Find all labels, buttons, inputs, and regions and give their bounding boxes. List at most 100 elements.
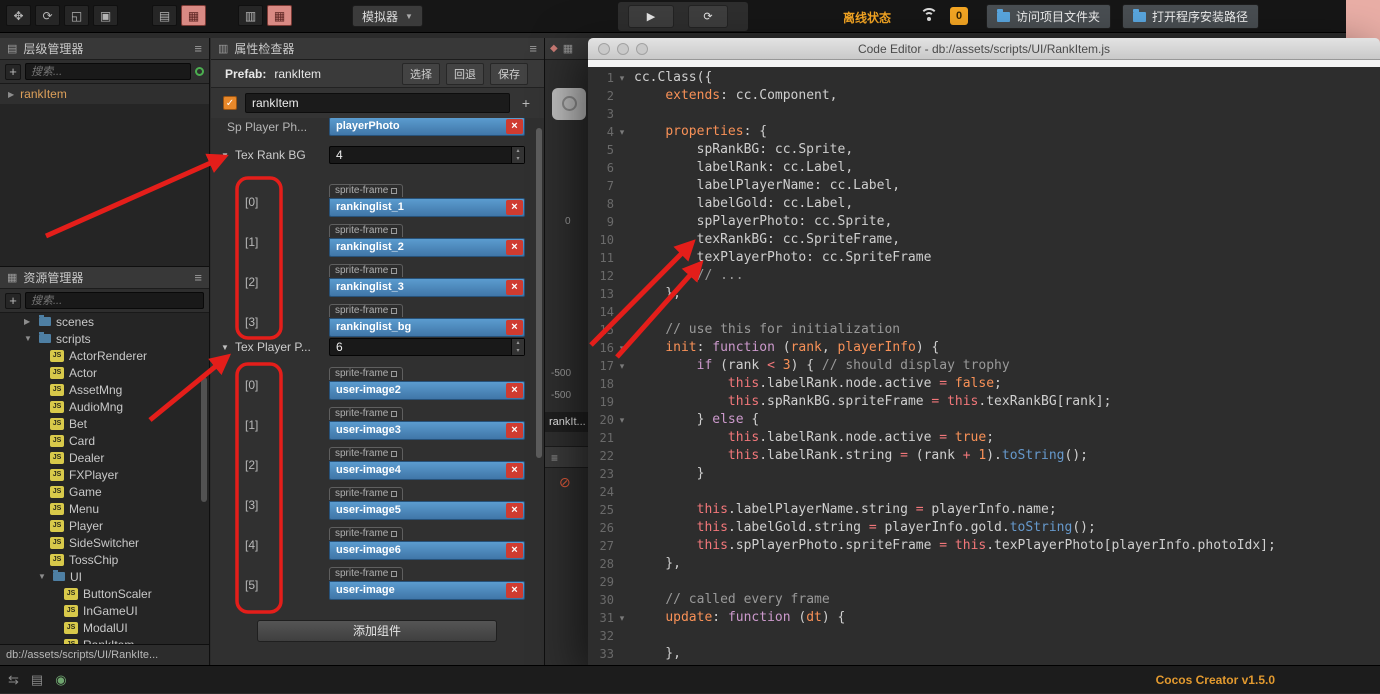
code-line-32[interactable] xyxy=(634,627,1380,645)
code-line-4[interactable]: properties: { xyxy=(634,123,1380,141)
fold-arrow-icon[interactable]: ▾ xyxy=(614,339,630,357)
inspector-scrollbar[interactable] xyxy=(536,128,542,458)
remove-button[interactable]: × xyxy=(506,463,523,478)
spriteframe-value-field[interactable]: rankinglist_1 × xyxy=(329,198,525,217)
spriteframe-value-field[interactable]: user-image × xyxy=(329,581,525,600)
step-down-icon[interactable]: ▾ xyxy=(516,347,519,355)
prefab-revert-button[interactable]: 回退 xyxy=(446,62,484,85)
node-name-input[interactable] xyxy=(245,93,510,113)
asset-item-ActorRenderer[interactable]: JS ActorRenderer xyxy=(0,347,209,364)
asset-item-AudioMng[interactable]: JS AudioMng xyxy=(0,398,209,415)
asset-item-ButtonScaler[interactable]: JS ButtonScaler xyxy=(0,585,209,602)
sync-icon[interactable]: ⇆ xyxy=(8,672,19,688)
asset-item-Actor[interactable]: JS Actor xyxy=(0,364,209,381)
prefab-select-button[interactable]: 选择 xyxy=(402,62,440,85)
code-line-19[interactable]: this.spRankBG.spriteFrame = this.texRank… xyxy=(634,393,1380,411)
spriteframe-value-field[interactable]: playerPhoto × xyxy=(329,117,525,136)
expand-arrow-icon[interactable]: ▼ xyxy=(24,334,34,343)
remove-button[interactable]: × xyxy=(506,423,523,438)
layout-toggle-b[interactable]: ▦ xyxy=(181,5,206,26)
asset-item-scripts[interactable]: ▼ scripts xyxy=(0,330,209,347)
code-line-8[interactable]: labelGold: cc.Label, xyxy=(634,195,1380,213)
scale-tool[interactable]: ◱ xyxy=(64,5,89,26)
clear-console-icon[interactable]: ⊘ xyxy=(559,474,571,491)
code-line-14[interactable] xyxy=(634,303,1380,321)
remove-button[interactable]: × xyxy=(506,383,523,398)
code-area[interactable]: 1 ▾ 2 3 4 ▾ 5 6 7 8 9 10 11 12 13 14 15 16 ▾ 17 ▾ 18 19 20 ▾ 21 22… xyxy=(588,67,1380,665)
spriteframe-value-field[interactable]: user-image6 × xyxy=(329,541,525,560)
asset-item-AssetMng[interactable]: JS AssetMng xyxy=(0,381,209,398)
expand-arrow-icon[interactable]: ▼ xyxy=(38,572,48,581)
remove-button[interactable]: × xyxy=(506,583,523,598)
remove-button[interactable]: × xyxy=(506,280,523,295)
wifi-icon[interactable] xyxy=(920,8,938,22)
array-size-field[interactable]: 6 ▴ ▾ xyxy=(329,338,525,356)
array-size-field[interactable]: 4 ▴ ▾ xyxy=(329,146,525,164)
assets-scrollbar[interactable] xyxy=(201,377,207,502)
fold-arrow-icon[interactable]: ▾ xyxy=(614,69,630,87)
code-line-22[interactable]: this.labelRank.string = (rank + 1).toStr… xyxy=(634,447,1380,465)
rotate-tool[interactable]: ⟳ xyxy=(35,5,60,26)
code-line-18[interactable]: this.labelRank.node.active = false; xyxy=(634,375,1380,393)
code-line-3[interactable] xyxy=(634,105,1380,123)
code-line-1[interactable]: cc.Class({ xyxy=(634,69,1380,87)
stepper-arrows[interactable]: ▴ ▾ xyxy=(511,339,524,355)
code-line-29[interactable] xyxy=(634,573,1380,591)
code-line-23[interactable]: } xyxy=(634,465,1380,483)
open-install-path-button[interactable]: 打开程序安装路径 xyxy=(1122,4,1260,29)
fold-arrow-icon[interactable]: ▾ xyxy=(614,123,630,141)
code-line-13[interactable]: }, xyxy=(634,285,1380,303)
code-lines[interactable]: cc.Class({ extends: cc.Component, proper… xyxy=(634,67,1380,665)
eye-icon[interactable]: ◉ xyxy=(55,672,66,688)
code-line-28[interactable]: }, xyxy=(634,555,1380,573)
spriteframe-value-field[interactable]: user-image5 × xyxy=(329,501,525,520)
layout-toggle-a[interactable]: ▤ xyxy=(152,5,177,26)
panel-menu-icon[interactable]: ≡ xyxy=(194,270,202,285)
code-line-30[interactable]: // called every frame xyxy=(634,591,1380,609)
expand-arrow-icon[interactable]: ▶ xyxy=(8,90,14,99)
code-line-12[interactable]: // ... xyxy=(634,267,1380,285)
scene-node-label[interactable]: rankIt... xyxy=(545,412,590,432)
refresh-button[interactable]: ⟳ xyxy=(688,5,728,28)
simulator-dropdown[interactable]: 模拟器 ▼ xyxy=(352,5,423,27)
code-line-11[interactable]: texPlayerPhoto: cc.SpriteFrame xyxy=(634,249,1380,267)
asset-item-Card[interactable]: JS Card xyxy=(0,432,209,449)
log-icon[interactable]: ▤ xyxy=(31,672,43,688)
prefab-save-button[interactable]: 保存 xyxy=(490,62,528,85)
code-line-27[interactable]: this.spPlayerPhoto.spriteFrame = this.te… xyxy=(634,537,1380,555)
inspector-plus-button[interactable]: + xyxy=(518,95,534,111)
add-component-button[interactable]: 添加组件 xyxy=(257,620,497,642)
asset-item-InGameUI[interactable]: JS InGameUI xyxy=(0,602,209,619)
asset-item-Dealer[interactable]: JS Dealer xyxy=(0,449,209,466)
play-button[interactable]: ▶ xyxy=(628,5,674,28)
remove-button[interactable]: × xyxy=(506,320,523,335)
step-up-icon[interactable]: ▴ xyxy=(516,339,519,347)
asset-item-ModalUI[interactable]: JS ModalUI xyxy=(0,619,209,636)
add-node-button[interactable]: + xyxy=(5,63,21,80)
code-line-24[interactable] xyxy=(634,483,1380,501)
stepper-arrows[interactable]: ▴ ▾ xyxy=(511,147,524,163)
asset-item-SideSwitcher[interactable]: JS SideSwitcher xyxy=(0,534,209,551)
asset-item-scenes[interactable]: ▶ scenes xyxy=(0,313,209,330)
spriteframe-value-field[interactable]: user-image3 × xyxy=(329,421,525,440)
fold-arrow-icon[interactable]: ▾ xyxy=(614,411,630,429)
panel-menu-icon[interactable]: ≡ xyxy=(194,41,202,56)
fold-arrow-icon[interactable]: ▾ xyxy=(614,609,630,627)
hierarchy-node-rankItem[interactable]: ▶ rankItem xyxy=(0,84,209,104)
asset-item-RankItem[interactable]: JSRankItem xyxy=(0,636,209,644)
code-line-21[interactable]: this.labelRank.node.active = true; xyxy=(634,429,1380,447)
window-titlebar[interactable]: Code Editor - db://assets/scripts/UI/Ran… xyxy=(588,38,1380,60)
code-line-5[interactable]: spRankBG: cc.Sprite, xyxy=(634,141,1380,159)
search-filter-icon[interactable] xyxy=(195,67,204,76)
asset-item-Player[interactable]: JS Player xyxy=(0,517,209,534)
code-line-2[interactable]: extends: cc.Component, xyxy=(634,87,1380,105)
rect-tool[interactable]: ▣ xyxy=(93,5,118,26)
code-line-9[interactable]: spPlayerPhoto: cc.Sprite, xyxy=(634,213,1380,231)
open-project-folder-button[interactable]: 访问项目文件夹 xyxy=(986,4,1112,29)
remove-button[interactable]: × xyxy=(506,200,523,215)
remove-button[interactable]: × xyxy=(506,240,523,255)
move-tool[interactable]: ✥ xyxy=(6,5,31,26)
fold-arrow-icon[interactable]: ▾ xyxy=(614,357,630,375)
code-line-17[interactable]: if (rank < 3) { // should display trophy xyxy=(634,357,1380,375)
expand-arrow-icon[interactable]: ▶ xyxy=(24,317,34,326)
